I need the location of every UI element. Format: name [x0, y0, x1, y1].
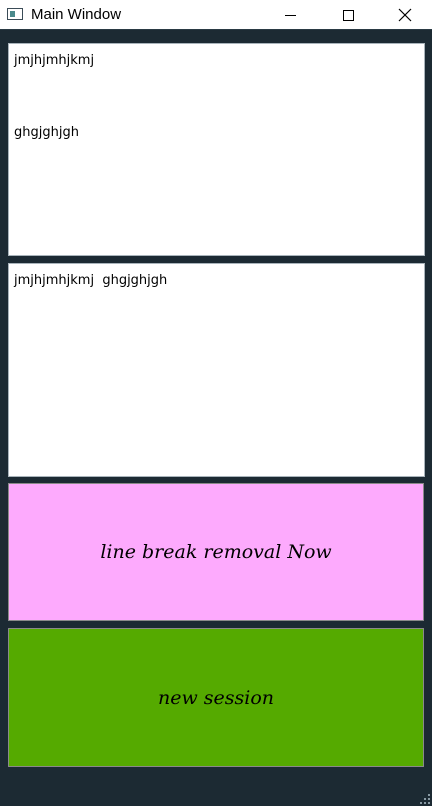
input-textarea[interactable]: jmjhjmhjkmj ghgjghjgh — [8, 43, 425, 256]
output-textarea[interactable]: jmjhjmhjkmj ghgjghjgh — [8, 263, 425, 477]
close-icon — [398, 8, 411, 22]
minimize-button[interactable] — [261, 0, 319, 30]
minimize-icon — [284, 14, 296, 16]
new-session-button[interactable]: new session — [8, 628, 424, 767]
maximize-button[interactable] — [319, 0, 377, 30]
resize-grip-icon[interactable] — [420, 794, 430, 804]
title-bar: Main Window — [0, 0, 432, 30]
new-session-label: new session — [157, 686, 275, 709]
line-break-removal-button[interactable]: line break removal Now — [8, 483, 424, 621]
line-break-removal-label: line break removal Now — [100, 541, 332, 563]
app-window-icon — [7, 8, 23, 20]
window-title: Main Window — [31, 6, 122, 23]
close-button[interactable] — [377, 0, 432, 30]
maximize-icon — [342, 9, 354, 21]
